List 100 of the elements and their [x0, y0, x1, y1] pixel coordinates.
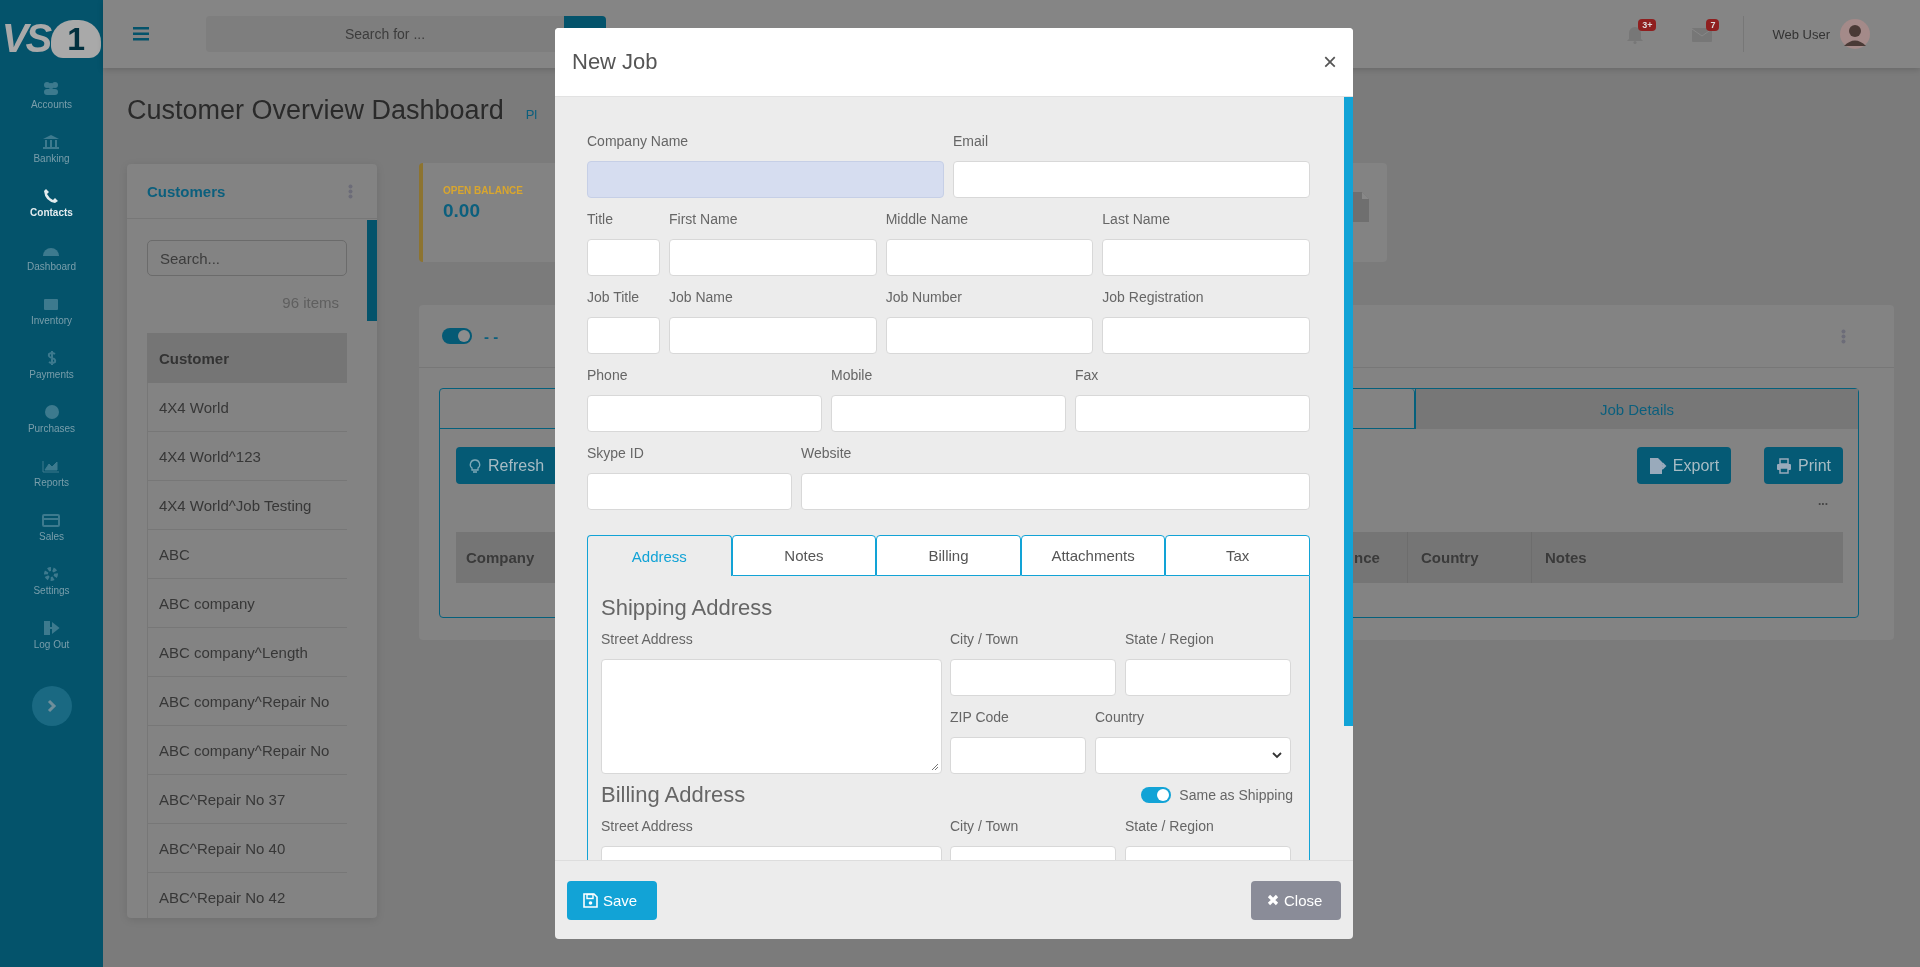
card-label: OPEN BALANCE [443, 185, 523, 196]
sidebar-item[interactable]: Reports [34, 458, 69, 512]
scrollbar[interactable] [367, 220, 377, 321]
close-button[interactable]: Close [1251, 880, 1341, 920]
section-heading: Shipping Address [601, 594, 774, 622]
bank-icon [42, 134, 61, 150]
tab[interactable]: Tax [1165, 535, 1310, 576]
customer-row[interactable]: ABC^Repair No 42 [147, 873, 347, 918]
chevron-right-icon [46, 699, 57, 713]
input-field[interactable] [950, 659, 1116, 696]
input-field[interactable] [587, 239, 660, 276]
logout-icon [42, 620, 61, 636]
tab[interactable]: Billing [876, 535, 1021, 576]
customer-row[interactable]: ABC company [147, 579, 347, 628]
resize-grip-icon[interactable] [931, 763, 939, 771]
users-icon [42, 80, 61, 96]
column-header: Country [1407, 532, 1479, 583]
sidebar-item[interactable]: Payments [29, 350, 74, 404]
sidebar-item[interactable]: Dashboard [27, 242, 76, 296]
sidebar-item[interactable]: Purchases [27, 404, 76, 458]
toggle-switch[interactable] [1141, 787, 1172, 803]
customer-row[interactable]: 4X4 World^Job Testing [147, 481, 347, 530]
field-label: Title [587, 210, 614, 229]
customer-row[interactable]: 4X4 World [147, 383, 347, 432]
toggle-label: Same as Shipping [1179, 787, 1293, 803]
field-label: Fax [1075, 366, 1100, 385]
input-field[interactable] [953, 161, 1310, 198]
field-label: Job Registration [1102, 288, 1205, 307]
scrollbar[interactable] [1344, 97, 1353, 726]
search-field[interactable]: Search for ... [206, 16, 564, 52]
field-label: Job Name [669, 288, 734, 307]
input-field[interactable] [801, 473, 1310, 510]
customer-row[interactable]: ABC^Repair No 37 [147, 775, 347, 824]
customer-row[interactable]: ABC company^Length [147, 628, 347, 677]
expand-button[interactable] [31, 686, 72, 726]
avatar[interactable] [1840, 19, 1870, 49]
box-icon [42, 296, 61, 312]
sidebar-item[interactable]: Inventory [30, 296, 73, 350]
search-field[interactable]: Search... [147, 240, 347, 276]
customer-row[interactable]: ABC [147, 530, 347, 579]
tab[interactable]: Attachments [1020, 535, 1166, 576]
field-label: Country [1095, 708, 1146, 727]
title-link[interactable]: Pl [525, 107, 538, 122]
tab[interactable]: Address [587, 535, 732, 576]
input-field[interactable] [1102, 239, 1310, 276]
input-field[interactable] [669, 239, 877, 276]
field-label: State / Region [1125, 817, 1215, 836]
save-button[interactable]: Save [567, 880, 657, 920]
tab[interactable]: Notes [731, 535, 877, 576]
phone-icon [42, 188, 61, 204]
field-label: State / Region [1125, 630, 1215, 649]
menu-icon[interactable] [133, 27, 149, 41]
input-field[interactable] [1102, 317, 1310, 354]
customer-row[interactable]: ABC company^Repair No [147, 677, 347, 726]
input-field[interactable] [587, 473, 792, 510]
sidebar-item[interactable]: Accounts [30, 80, 73, 134]
country-select[interactable] [1095, 737, 1291, 774]
input-field[interactable] [1125, 659, 1291, 696]
input-field[interactable] [950, 737, 1086, 774]
field-label: Street Address [601, 817, 694, 836]
input-field[interactable] [885, 239, 1094, 276]
customer-row[interactable]: 4X4 World^123 [147, 432, 347, 481]
message-badge: 7 [1706, 19, 1720, 31]
field-label: First Name [669, 210, 739, 229]
file-export-icon [1648, 456, 1667, 475]
input-field[interactable] [587, 317, 660, 354]
page-title: Customer Overview Dashboard [127, 94, 504, 127]
user-name[interactable]: Web User [1772, 26, 1830, 42]
input-field[interactable] [669, 317, 877, 354]
sidebar-item[interactable]: Banking [33, 134, 70, 188]
input-field[interactable] [1075, 395, 1310, 432]
field-label: Job Number [885, 288, 963, 307]
sidebar-item[interactable]: Settings [33, 566, 70, 620]
more-button[interactable]: ... [1818, 495, 1828, 514]
close-button[interactable]: × [1323, 50, 1337, 74]
customer-row[interactable]: ABC^Repair No 40 [147, 824, 347, 873]
lightbulb-icon [468, 457, 482, 474]
logo: VS [1, 18, 50, 58]
sidebar-item[interactable]: Contacts [30, 188, 73, 242]
toggle-switch[interactable] [442, 328, 472, 344]
customer-row[interactable]: ABC company^Repair No [147, 726, 347, 775]
field-label: ZIP Code [950, 708, 1010, 727]
field-label: Street Address [601, 630, 694, 649]
settings-icon [42, 566, 61, 582]
field-label: City / Town [950, 630, 1020, 649]
panel-title: Customers [147, 182, 226, 200]
print-button[interactable]: Print [1764, 447, 1843, 484]
notification-badge: 3+ [1638, 19, 1657, 31]
column-header: Customer [147, 333, 347, 383]
input-field[interactable] [587, 395, 822, 432]
field-label: Job Title [587, 288, 641, 307]
field-label: Website [801, 444, 853, 463]
field-label: Phone [587, 366, 629, 385]
input-field[interactable] [831, 395, 1066, 432]
card-value: 0.00 [443, 200, 480, 222]
envelope-icon[interactable] [1692, 26, 1713, 42]
export-button[interactable]: Export [1636, 447, 1732, 484]
sidebar-item[interactable]: Log Out [33, 620, 70, 674]
sidebar-item[interactable]: Sales [39, 512, 64, 566]
input-field[interactable] [885, 317, 1094, 354]
